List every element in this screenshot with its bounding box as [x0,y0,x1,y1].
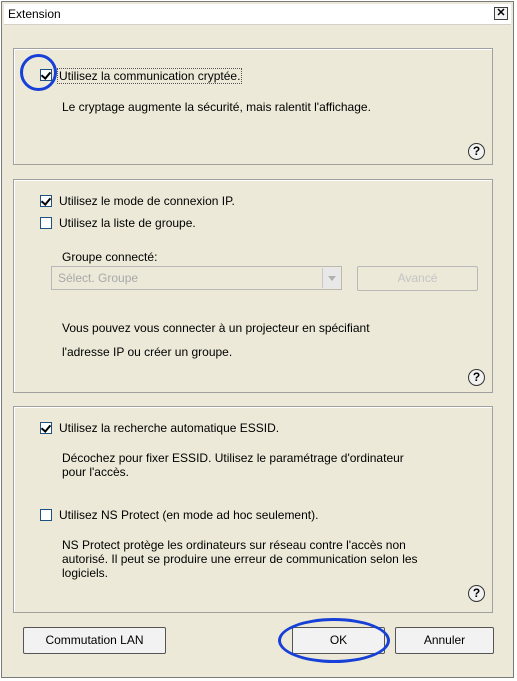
chevron-down-icon[interactable] [322,268,340,288]
encryption-description: Le cryptage augmente la sécurité, mais r… [62,100,371,114]
ip-mode-label[interactable]: Utilisez le mode de connexion IP. [59,194,235,208]
annotation-circle [20,54,57,91]
window-title: Extension [8,7,61,21]
ns-description-line2: autorisé. Il peut se produire une erreur… [62,552,418,566]
help-icon[interactable]: ? [468,585,485,602]
essid-label[interactable]: Utilisez la recherche automatique ESSID. [59,421,279,435]
essid-description-line1: Décochez pour fixer ESSID. Utilisez le p… [62,451,404,465]
connection-description-line2: l'adresse IP ou créer un groupe. [62,345,233,359]
connection-description-line1: Vous pouvez vous connecter à un projecte… [62,321,370,335]
close-icon[interactable]: ✕ [494,7,508,20]
essid-checkbox[interactable] [40,422,52,434]
ns-description-line1: NS Protect protège les ordinateurs sur r… [62,538,406,552]
essid-description-line2: pour l'accès. [62,465,129,479]
help-icon[interactable]: ? [468,143,485,160]
lan-switch-button[interactable]: Commutation LAN [23,627,166,654]
cancel-button[interactable]: Annuler [395,627,494,654]
title-bar: Extension ✕ [4,4,511,25]
help-icon[interactable]: ? [468,369,485,386]
essid-option[interactable]: Utilisez la recherche automatique ESSID. [40,421,279,435]
encryption-option[interactable]: Utilisez la communication cryptée. [40,68,243,84]
group-list-checkbox[interactable] [40,217,52,229]
ip-mode-checkbox[interactable] [40,195,52,207]
ns-description-line3: logiciels. [62,566,109,580]
wireless-panel: Utilisez la recherche automatique ESSID.… [13,406,493,613]
annotation-circle [278,618,390,663]
group-select[interactable]: Sélect. Groupe [51,266,342,290]
ns-protect-label[interactable]: Utilisez NS Protect (en mode ad hoc seul… [59,508,318,522]
encryption-panel: Utilisez la communication cryptée. Le cr… [13,48,493,165]
advanced-button[interactable]: Avancé [357,266,478,291]
group-list-label[interactable]: Utilisez la liste de groupe. [59,216,196,230]
extension-dialog: Extension ✕ Utilisez la communication cr… [1,1,514,678]
group-list-option[interactable]: Utilisez la liste de groupe. [40,216,196,230]
ns-protect-option[interactable]: Utilisez NS Protect (en mode ad hoc seul… [40,508,318,522]
group-select-value: Sélect. Groupe [58,271,139,285]
ns-protect-checkbox[interactable] [40,509,52,521]
connected-group-label: Groupe connecté: [62,250,158,264]
ip-mode-option[interactable]: Utilisez le mode de connexion IP. [40,194,235,208]
encryption-label[interactable]: Utilisez la communication cryptée. [57,68,243,84]
